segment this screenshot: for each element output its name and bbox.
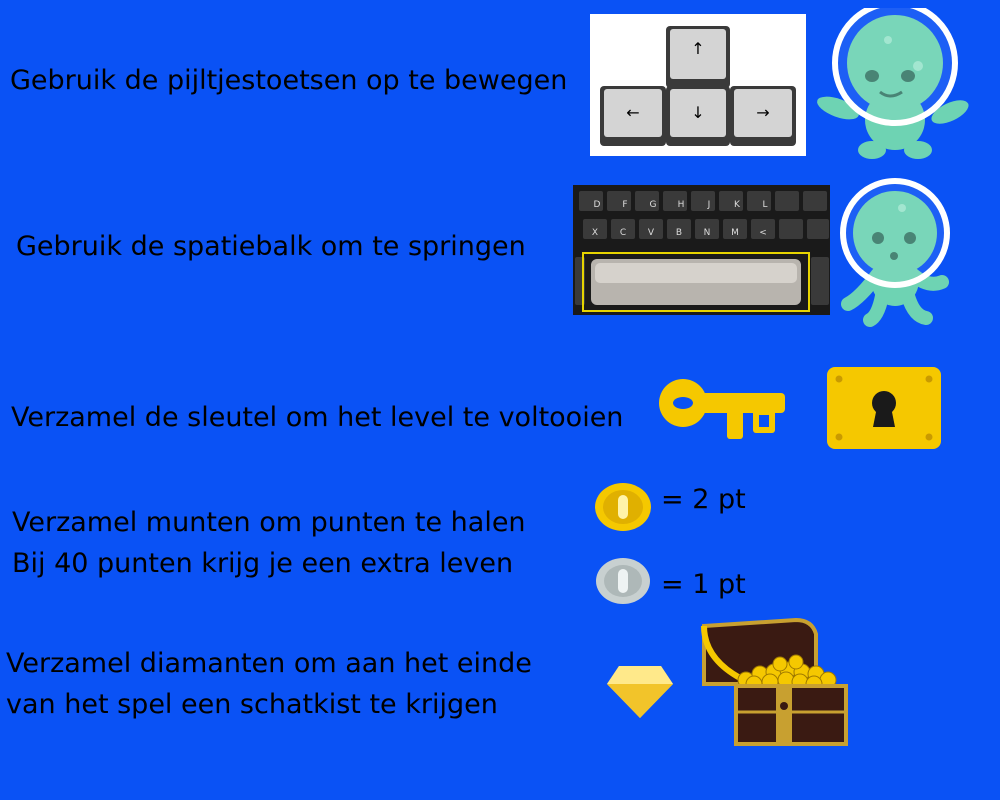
gold-coin-icon	[594, 482, 652, 532]
alien-jumping-icon	[830, 178, 960, 328]
silver-coin-icon	[595, 557, 651, 605]
jump-instruction: Gebruik de spatiebalk om te springen	[16, 231, 526, 262]
key-v: V	[648, 228, 655, 238]
key-n: N	[704, 228, 711, 238]
move-instruction: Gebruik de pijltjestoetsen op te bewegen	[10, 65, 568, 96]
key-lt: <	[759, 228, 767, 238]
up-key-label: ↑	[691, 39, 704, 58]
lock-icon	[827, 367, 941, 449]
arrow-keys-image: ↑ ← ↓ →	[590, 14, 806, 156]
spacebar-keyboard-image: D F G H J K L X C V B N M <	[573, 185, 830, 315]
key-c: C	[620, 228, 626, 238]
coins-instruction-line2: Bij 40 punten krijg je een extra leven	[12, 548, 514, 579]
gold-coin-value: = 2 pt	[661, 484, 746, 515]
alien-smiling-icon	[810, 8, 980, 168]
silver-coin-value: = 1 pt	[661, 569, 746, 600]
key-m: M	[731, 228, 739, 238]
coins-instruction-line1: Verzamel munten om punten te halen	[12, 507, 526, 538]
key-x: X	[592, 228, 598, 238]
diamonds-instruction-line2: van het spel een schatkist te krijgen	[6, 689, 498, 720]
key-j: J	[707, 200, 711, 210]
key-icon	[655, 375, 790, 445]
diamond-icon	[605, 664, 675, 720]
key-g: G	[650, 200, 657, 210]
key-d: D	[594, 200, 601, 210]
key-h: H	[678, 200, 685, 210]
key-b: B	[676, 228, 682, 238]
key-l: L	[762, 200, 767, 210]
right-key-label: →	[756, 103, 769, 122]
key-instruction: Verzamel de sleutel om het level te volt…	[11, 402, 624, 433]
key-f: F	[622, 200, 627, 210]
left-key-label: ←	[626, 103, 639, 122]
treasure-chest-icon	[700, 614, 850, 749]
diamonds-instruction-line1: Verzamel diamanten om aan het einde	[6, 648, 532, 679]
down-key-label: ↓	[691, 103, 704, 122]
